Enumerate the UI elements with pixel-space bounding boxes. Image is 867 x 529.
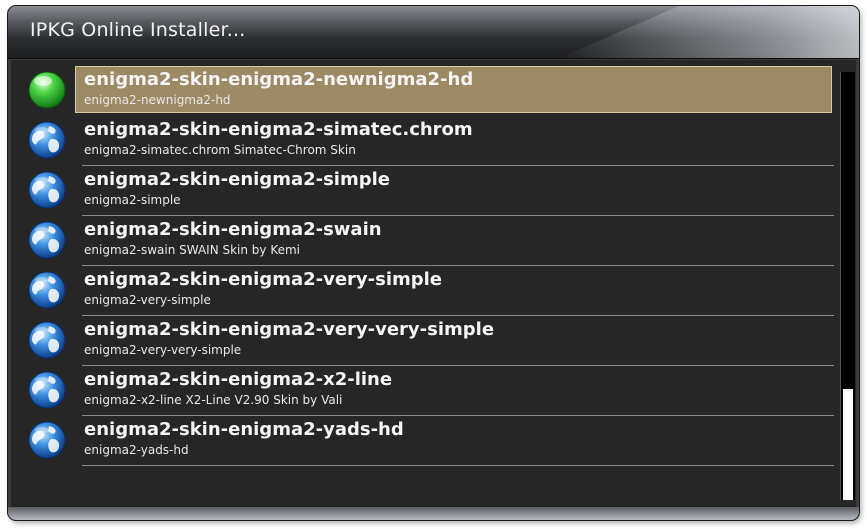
globe-icon bbox=[27, 270, 67, 310]
scrollbar[interactable] bbox=[840, 72, 855, 500]
package-name: enigma2-skin-enigma2-very-very-simple bbox=[84, 319, 495, 340]
globe-icon bbox=[27, 420, 67, 460]
package-name: enigma2-skin-enigma2-simatec.chrom bbox=[84, 119, 473, 140]
list-item[interactable]: enigma2-skin-enigma2-very-simple enigma2… bbox=[24, 266, 842, 316]
package-name: enigma2-skin-enigma2-x2-line bbox=[84, 369, 393, 390]
package-description: enigma2-swain SWAIN Skin by Kemi bbox=[84, 243, 301, 257]
green-ball-icon bbox=[27, 70, 67, 110]
package-name: enigma2-skin-enigma2-newnigma2-hd bbox=[84, 69, 474, 90]
globe-icon bbox=[27, 220, 67, 260]
package-name: enigma2-skin-enigma2-simple bbox=[84, 169, 390, 190]
scrollbar-thumb[interactable] bbox=[843, 389, 853, 500]
globe-icon bbox=[27, 320, 67, 360]
package-name: enigma2-skin-enigma2-yads-hd bbox=[84, 419, 404, 440]
list-item[interactable]: enigma2-skin-enigma2-very-very-simple en… bbox=[24, 316, 842, 366]
window-bottom-edge bbox=[8, 507, 859, 520]
installer-window: IPKG Online Installer... enigma2-skin-en… bbox=[8, 6, 859, 520]
globe-icon bbox=[27, 370, 67, 410]
list-item[interactable]: enigma2-skin-enigma2-newnigma2-hd enigma… bbox=[24, 66, 842, 116]
list-item[interactable]: enigma2-skin-enigma2-simple enigma2-simp… bbox=[24, 166, 842, 216]
package-description: enigma2-very-simple bbox=[84, 293, 211, 307]
row-divider bbox=[82, 465, 834, 466]
package-description: enigma2-x2-line X2-Line V2.90 Skin by Va… bbox=[84, 393, 343, 407]
package-description: enigma2-simple bbox=[84, 193, 181, 207]
package-description: enigma2-simatec.chrom Simatec-Chrom Skin bbox=[84, 143, 356, 157]
list-item[interactable]: enigma2-skin-enigma2-swain enigma2-swain… bbox=[24, 216, 842, 266]
globe-icon bbox=[27, 170, 67, 210]
list-item[interactable]: enigma2-skin-enigma2-x2-line enigma2-x2-… bbox=[24, 366, 842, 416]
package-list-panel: enigma2-skin-enigma2-newnigma2-hd enigma… bbox=[11, 60, 856, 507]
package-list[interactable]: enigma2-skin-enigma2-newnigma2-hd enigma… bbox=[24, 66, 842, 496]
window-title: IPKG Online Installer... bbox=[30, 19, 246, 41]
title-bar: IPKG Online Installer... bbox=[8, 6, 859, 59]
list-item[interactable]: enigma2-skin-enigma2-yads-hd enigma2-yad… bbox=[24, 416, 842, 466]
package-name: enigma2-skin-enigma2-swain bbox=[84, 219, 382, 240]
list-item[interactable]: enigma2-skin-enigma2-simatec.chrom enigm… bbox=[24, 116, 842, 166]
package-name: enigma2-skin-enigma2-very-simple bbox=[84, 269, 443, 290]
package-description: enigma2-yads-hd bbox=[84, 443, 189, 457]
package-description: enigma2-newnigma2-hd bbox=[84, 93, 231, 107]
globe-icon bbox=[27, 120, 67, 160]
package-description: enigma2-very-very-simple bbox=[84, 343, 242, 357]
